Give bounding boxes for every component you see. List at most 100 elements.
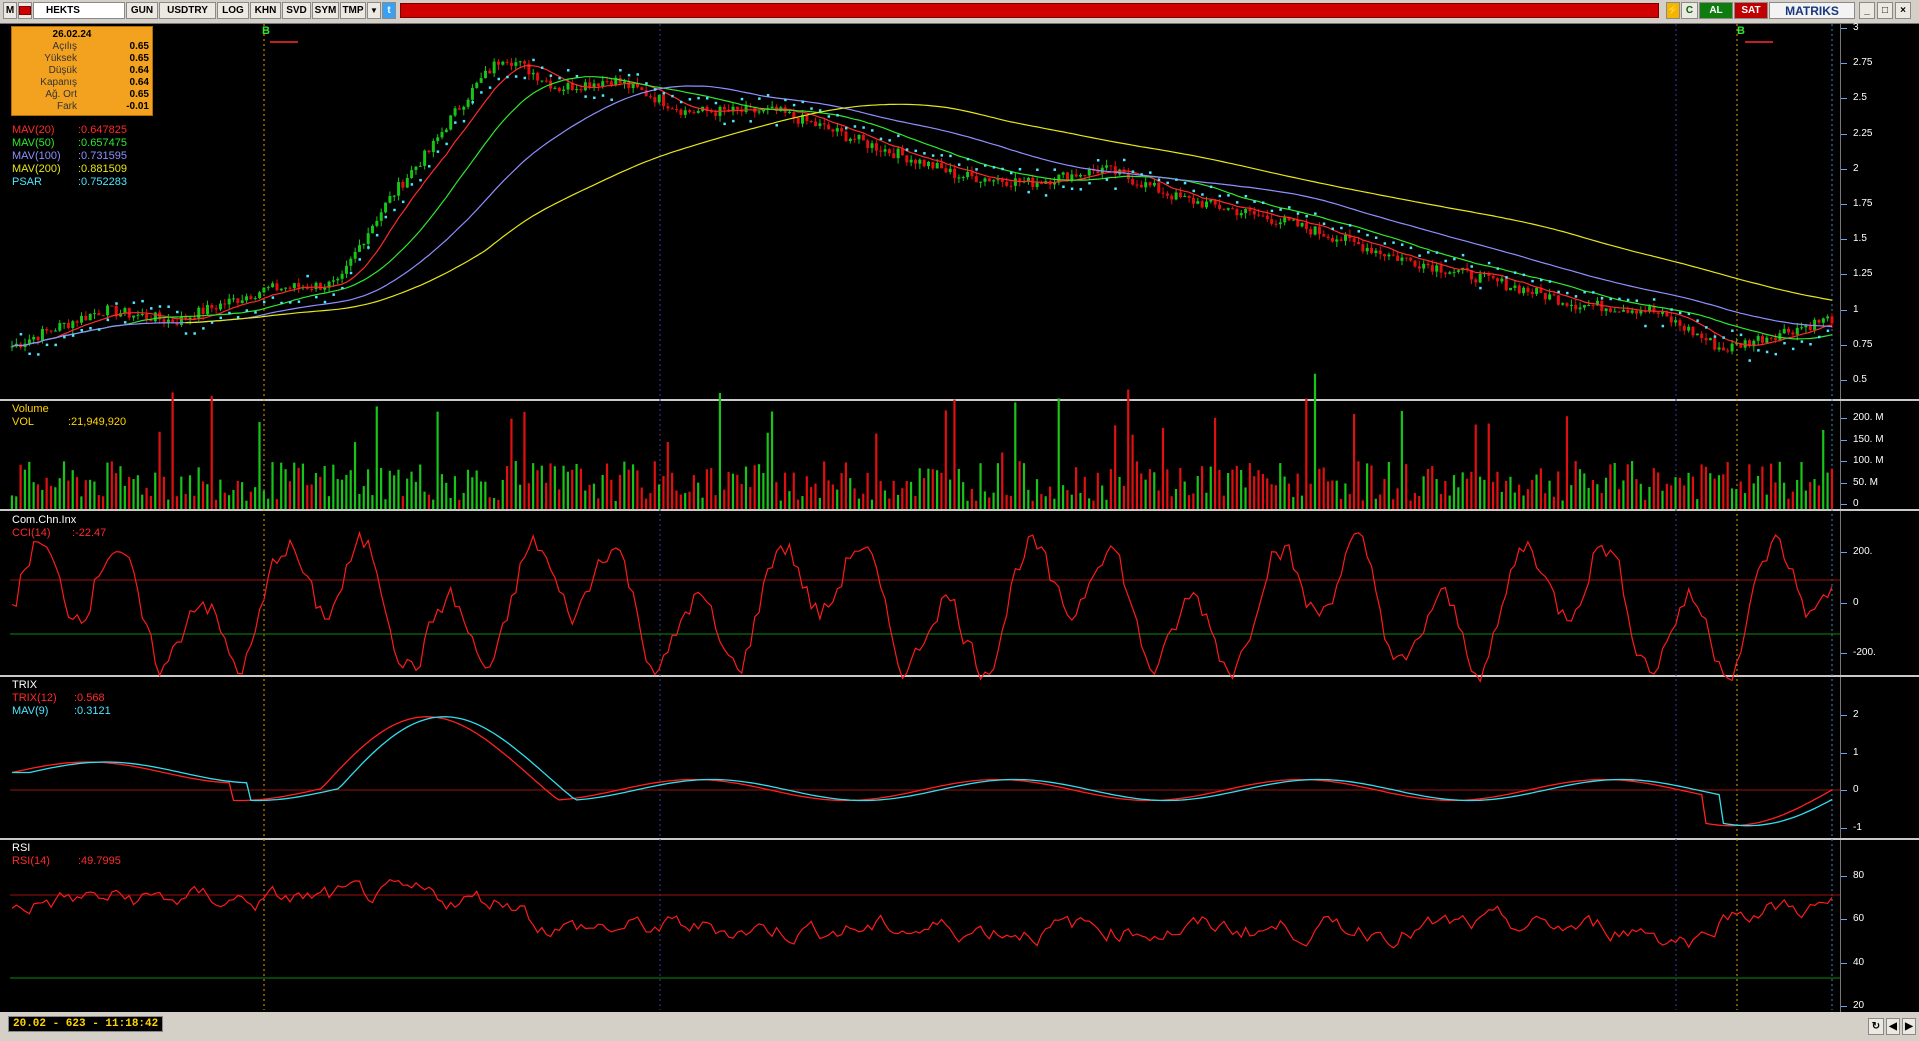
psar-dot: [462, 119, 466, 123]
candle-body: [1791, 332, 1795, 335]
psar-dot: [1705, 326, 1708, 329]
volume-bar: [380, 468, 383, 509]
volume-bar: [684, 493, 687, 509]
volume-bar: [1053, 498, 1056, 509]
volume-bar: [1361, 500, 1364, 509]
legend-mav100: MAV(100):0.731595: [12, 150, 127, 162]
psar-dot: [645, 82, 648, 85]
volume-bar: [1622, 480, 1625, 509]
candle-body: [1682, 325, 1686, 331]
candle-body: [27, 339, 31, 344]
volume-bar: [905, 481, 908, 509]
candle-body: [279, 288, 283, 291]
volume-bar: [931, 469, 934, 509]
candle-body: [253, 298, 257, 300]
candle-body: [649, 96, 653, 98]
candle-body: [909, 159, 913, 163]
volume-bar: [1200, 466, 1204, 509]
psar-dot: [949, 154, 952, 158]
ohlc-row: Yüksek 0.65: [44, 53, 149, 64]
psar-dot: [1053, 168, 1056, 171]
psar-dot: [1235, 201, 1239, 204]
volume-bar: [1639, 483, 1642, 509]
candle-body: [1283, 217, 1287, 223]
scroll-right-icon[interactable]: ▶: [1902, 1018, 1916, 1035]
volume-bar: [636, 470, 639, 509]
volume-bar: [818, 497, 821, 509]
candle-body: [1426, 263, 1430, 266]
candle-body: [1226, 208, 1230, 210]
volume-bar: [375, 406, 378, 509]
volume-bar: [119, 466, 122, 509]
volume-bar: [1374, 498, 1377, 509]
refresh-icon[interactable]: ↻: [1868, 1018, 1884, 1035]
volume-bar: [662, 476, 665, 509]
candle-body: [1148, 182, 1152, 186]
volume-bar: [1617, 489, 1621, 509]
candle-body: [696, 110, 700, 113]
buy-signal-marker[interactable]: B: [1737, 25, 1745, 37]
candle-body: [1365, 247, 1369, 252]
candle-body: [788, 112, 792, 114]
volume-bar: [445, 482, 448, 509]
volume-bar: [666, 442, 669, 509]
volume-bar: [1804, 490, 1807, 509]
volume-bar: [1730, 488, 1734, 509]
volume-bar: [280, 462, 283, 509]
candle-body: [688, 110, 692, 113]
psar-dot: [957, 163, 961, 166]
volume-bar: [401, 496, 404, 509]
legend-mav200: MAV(200):0.881509: [12, 163, 127, 175]
psar-dot: [1748, 359, 1751, 362]
volume-bar: [1822, 429, 1825, 509]
buy-signal-marker[interactable]: B: [262, 25, 270, 37]
candle-body: [466, 99, 470, 107]
candle-body: [575, 89, 579, 91]
candle-body: [1626, 309, 1630, 313]
candle-body: [1344, 234, 1348, 241]
psar-dot: [54, 343, 57, 347]
psar-dot: [723, 122, 726, 126]
volume-bar: [54, 487, 57, 509]
candle-body: [1422, 263, 1426, 269]
volume-bar: [797, 499, 800, 509]
candle-body: [557, 87, 561, 92]
volume-bar: [1061, 485, 1065, 509]
chart-canvas[interactable]: [0, 0, 1919, 1041]
candle-body: [1387, 254, 1391, 257]
candle-body: [1074, 174, 1078, 177]
volume-bar: [562, 465, 565, 509]
psar-dot: [184, 332, 188, 335]
volume-bar: [1205, 492, 1208, 509]
candle-body: [414, 166, 418, 171]
candle-body: [1322, 234, 1326, 237]
candle-body: [1248, 209, 1252, 212]
psar-dot: [523, 76, 527, 80]
scroll-left-icon[interactable]: ◀: [1886, 1018, 1900, 1035]
legend-mav50: MAV(50):0.657475: [12, 137, 127, 149]
candle-body: [622, 81, 626, 84]
volume-bar: [115, 473, 118, 509]
volume-bar: [275, 499, 278, 509]
psar-dot: [540, 66, 544, 69]
psar-dot: [1427, 251, 1430, 254]
candle-body: [553, 87, 557, 89]
candle-body: [210, 305, 214, 309]
psar-dot: [1574, 295, 1578, 298]
psar-dot: [141, 299, 144, 303]
candle-body: [1317, 226, 1321, 235]
volume-bar: [1027, 489, 1030, 509]
psar-dot: [315, 295, 318, 299]
psar-dot: [97, 328, 101, 331]
volume-bar: [1396, 488, 1399, 509]
candle-body: [258, 292, 262, 299]
candle-body: [318, 282, 322, 290]
volume-bar: [1483, 479, 1486, 509]
psar-dot: [1270, 209, 1274, 213]
volume-bar: [358, 493, 361, 509]
volume-bar: [896, 494, 900, 509]
candle-body: [514, 62, 518, 66]
trix-line: [11, 716, 1833, 827]
candle-body: [757, 111, 761, 113]
candle-body: [735, 106, 739, 110]
